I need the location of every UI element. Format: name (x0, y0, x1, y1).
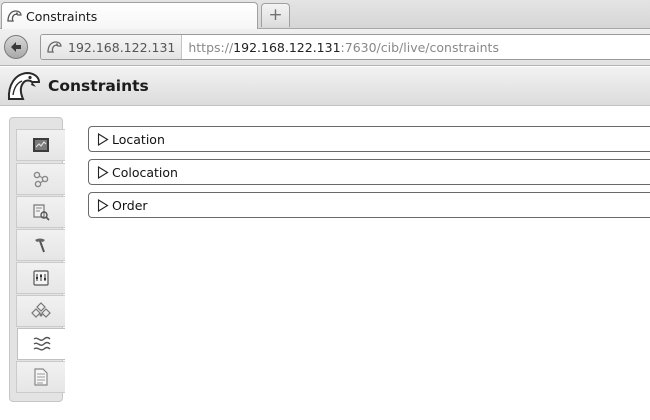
browser-tab[interactable]: Constraints (1, 2, 258, 29)
url-host: 192.168.122.131 (233, 39, 341, 55)
sidebar-nav (9, 117, 65, 402)
hawk-favicon-icon (6, 9, 22, 23)
hawk-logo-icon (4, 67, 42, 105)
tools-icon (35, 238, 45, 253)
section-location[interactable]: Location (88, 126, 650, 152)
section-label: Location (112, 131, 165, 147)
new-tab-button[interactable]: + (261, 3, 290, 27)
resources-icon (31, 302, 51, 318)
history-icon (33, 171, 49, 188)
sidebar-item-explorer[interactable] (16, 196, 65, 228)
tab-title: Constraints (26, 8, 98, 24)
explorer-icon (33, 204, 50, 221)
browser-tab-strip: Constraints + (0, 0, 650, 29)
site-favicon-icon (45, 40, 63, 54)
status-monitor-icon (33, 138, 49, 152)
plus-icon: + (268, 5, 283, 25)
expand-arrow-icon (96, 165, 110, 179)
sidebar-item-history[interactable] (16, 163, 65, 195)
identity-host: 192.168.122.131 (68, 39, 176, 55)
section-label: Order (112, 197, 148, 213)
url-scheme: https:// (188, 39, 234, 55)
constraints-icon (33, 336, 50, 351)
constraints-panel: Location Colocation Order (88, 126, 650, 225)
expand-arrow-icon (96, 132, 110, 146)
sidebar-item-constraints[interactable] (17, 328, 65, 360)
section-label: Colocation (112, 164, 178, 180)
navigation-toolbar: 192.168.122.131 https://192.168.122.131:… (0, 29, 650, 66)
expand-arrow-icon (96, 198, 110, 212)
url-bar[interactable]: 192.168.122.131 https://192.168.122.131:… (40, 34, 650, 60)
back-arrow-icon (11, 42, 21, 52)
sidebar-item-resources[interactable] (16, 295, 65, 327)
document-icon (34, 368, 48, 386)
section-order[interactable]: Order (88, 192, 650, 218)
back-button[interactable] (4, 35, 28, 59)
sidebar-item-documentation[interactable] (16, 361, 65, 393)
sidebar-item-tools[interactable] (16, 229, 65, 261)
url-text[interactable]: https://192.168.122.131:7630/cib/live/co… (182, 40, 499, 55)
sidebar-item-cluster-config[interactable] (16, 262, 65, 294)
cluster-config-icon (33, 270, 49, 286)
page-title: Constraints (48, 77, 149, 95)
app-header: Constraints (0, 67, 650, 106)
site-identity-button[interactable]: 192.168.122.131 (41, 35, 183, 59)
url-path: :7630/cib/live/constraints (340, 39, 499, 55)
section-colocation[interactable]: Colocation (88, 159, 650, 185)
sidebar-item-status[interactable] (16, 129, 65, 161)
